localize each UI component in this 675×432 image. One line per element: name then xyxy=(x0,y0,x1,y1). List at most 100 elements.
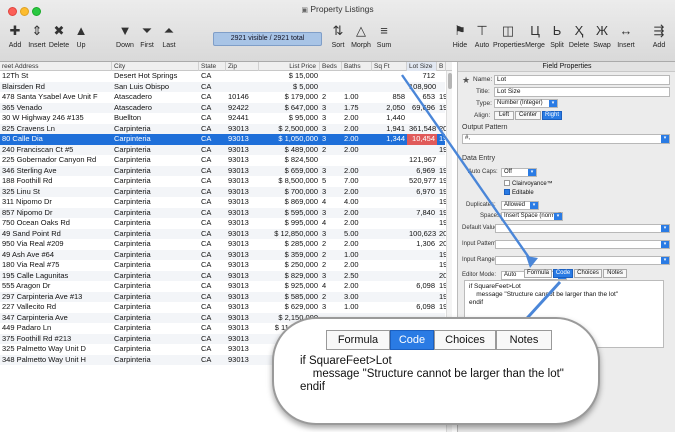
table-cell[interactable]: 3 xyxy=(320,208,342,219)
table-cell[interactable]: $ 995,000 xyxy=(259,218,320,229)
table-cell[interactable]: 950 Via Real #209 xyxy=(0,239,112,250)
table-cell[interactable]: CA xyxy=(199,229,226,240)
editable-checkbox[interactable]: Editable xyxy=(504,189,534,196)
table-cell[interactable]: 93013 xyxy=(226,323,259,334)
table-cell[interactable]: 19 xyxy=(437,187,446,198)
table-cell[interactable]: 195 Calle Lagunitas xyxy=(0,271,112,282)
table-row[interactable]: 555 Aragon Dr Carpinteria CA 93013 $ 925,000… xyxy=(0,281,446,292)
table-cell[interactable]: CA xyxy=(199,113,226,124)
title-field[interactable]: Lot Size xyxy=(494,87,670,97)
table-cell[interactable]: 12Th St xyxy=(0,71,112,82)
table-cell[interactable]: 93013 xyxy=(226,271,259,282)
table-cell[interactable]: CA xyxy=(199,155,226,166)
table-cell[interactable]: 19 xyxy=(437,281,446,292)
table-cell[interactable]: $ 12,850,000 xyxy=(259,229,320,240)
table-cell[interactable]: 2.00 xyxy=(342,239,372,250)
table-cell[interactable] xyxy=(372,166,407,177)
table-cell[interactable]: $ 595,000 xyxy=(259,208,320,219)
table-cell[interactable]: $ 824,500 xyxy=(259,155,320,166)
table-cell[interactable]: 93013 xyxy=(226,124,259,135)
table-cell[interactable]: 20 xyxy=(437,271,446,282)
table-cell[interactable]: CA xyxy=(199,302,226,313)
table-cell[interactable]: 19 xyxy=(437,302,446,313)
insert-column-button[interactable]: ↔ Insert xyxy=(613,23,639,51)
table-cell[interactable] xyxy=(372,208,407,219)
table-cell[interactable]: 2.00 xyxy=(342,281,372,292)
table-cell[interactable]: Carpinteria xyxy=(112,155,199,166)
table-row[interactable]: 180 Via Real #75 Carpinteria CA 93013 $ 250,… xyxy=(0,260,446,271)
table-row[interactable]: 49 Ash Ave #64 Carpinteria CA 93013 $ 359,00… xyxy=(0,249,446,260)
table-cell[interactable]: 10146 xyxy=(226,92,259,103)
table-cell[interactable]: $ 829,000 xyxy=(259,271,320,282)
spaces-select[interactable]: Insert Space (normal) ▾ xyxy=(501,212,563,221)
add-column-button[interactable]: ⇶ Add xyxy=(647,23,671,51)
align-left-button[interactable]: Left xyxy=(494,111,514,120)
table-cell[interactable]: CA xyxy=(199,82,226,93)
table-cell[interactable]: 19 xyxy=(437,197,446,208)
table-cell[interactable] xyxy=(342,155,372,166)
table-cell[interactable]: Carpinteria xyxy=(112,197,199,208)
table-cell[interactable]: $ 489,000 xyxy=(259,145,320,156)
table-cell[interactable]: CA xyxy=(199,166,226,177)
table-row[interactable]: 227 Vallecito Rd Carpinteria CA 93013 $ 629,… xyxy=(0,302,446,313)
table-row[interactable]: 49 Sand Point Rd Carpinteria CA 93013 $ 12,8… xyxy=(0,228,446,240)
table-cell[interactable] xyxy=(372,229,407,240)
table-cell[interactable]: 1,306 xyxy=(407,239,437,250)
table-cell[interactable]: CA xyxy=(199,103,226,114)
table-cell[interactable]: Carpinteria xyxy=(112,229,199,240)
table-cell[interactable]: CA xyxy=(199,281,226,292)
table-cell[interactable]: 2.00 xyxy=(342,218,372,229)
table-cell[interactable]: 93013 xyxy=(226,313,259,324)
table-cell[interactable]: Carpinteria xyxy=(112,218,199,229)
table-cell[interactable]: CA xyxy=(199,239,226,250)
table-cell[interactable]: 93013 xyxy=(226,355,259,366)
table-cell[interactable]: Blairsden Rd xyxy=(0,82,112,93)
tab-choices[interactable]: Choices xyxy=(434,330,496,350)
table-cell[interactable]: 6,969 xyxy=(407,166,437,177)
table-cell[interactable]: $ 285,000 xyxy=(259,239,320,250)
table-cell[interactable]: 4 xyxy=(320,218,342,229)
table-cell[interactable]: CA xyxy=(199,176,226,187)
tab-formula-small[interactable]: Formula xyxy=(524,269,552,278)
table-cell[interactable] xyxy=(372,260,407,271)
table-cell[interactable]: 365 Venado xyxy=(0,103,112,114)
table-cell[interactable]: Carpinteria xyxy=(112,134,199,145)
table-cell[interactable]: 80 Calle Dia xyxy=(0,134,112,145)
table-cell[interactable]: 2.00 xyxy=(342,208,372,219)
table-cell[interactable]: 297 Carpinteria Ave #13 xyxy=(0,292,112,303)
table-cell[interactable]: CA xyxy=(199,292,226,303)
table-cell[interactable]: Carpinteria xyxy=(112,187,199,198)
table-cell[interactable]: 2 xyxy=(320,292,342,303)
column-header[interactable]: Baths xyxy=(342,62,372,71)
table-cell[interactable]: 93013 xyxy=(226,145,259,156)
table-cell[interactable]: 19 xyxy=(437,218,446,229)
table-cell[interactable]: 19 xyxy=(437,134,446,145)
table-cell[interactable] xyxy=(372,281,407,292)
table-cell[interactable] xyxy=(407,145,437,156)
table-cell[interactable]: 4.00 xyxy=(342,197,372,208)
table-cell[interactable] xyxy=(226,71,259,82)
table-cell[interactable]: 225 Gobernador Canyon Rd xyxy=(0,155,112,166)
scrollbar-thumb[interactable] xyxy=(448,73,452,89)
table-cell[interactable]: 188 Foothill Rd xyxy=(0,176,112,187)
table-cell[interactable]: $ 647,000 xyxy=(259,103,320,114)
tab-code-small[interactable]: Code xyxy=(553,269,573,278)
column-header[interactable]: reet Address xyxy=(0,62,112,71)
table-cell[interactable] xyxy=(407,113,437,124)
name-field[interactable]: Lot xyxy=(494,75,670,85)
down-button[interactable]: ▼ Down xyxy=(114,23,136,51)
table-cell[interactable]: 750 Ocean Oaks Rd xyxy=(0,218,112,229)
table-row[interactable]: 365 Venado Atascadero CA 92422 $ 647,000 3 1.7… xyxy=(0,102,446,114)
table-cell[interactable]: 361,548 xyxy=(407,124,437,135)
table-cell[interactable]: 93013 xyxy=(226,239,259,250)
table-cell[interactable]: $ 15,000 xyxy=(259,71,320,82)
table-cell[interactable]: San Luis Obispo xyxy=(112,82,199,93)
table-cell[interactable]: CA xyxy=(199,344,226,355)
table-cell[interactable]: 6,098 xyxy=(407,281,437,292)
default-value-field[interactable]: ▾ xyxy=(495,224,670,233)
table-cell[interactable]: CA xyxy=(199,260,226,271)
table-cell[interactable]: Carpinteria xyxy=(112,344,199,355)
column-header[interactable]: State xyxy=(199,62,226,71)
align-center-button[interactable]: Center xyxy=(515,111,541,120)
table-cell[interactable]: Carpinteria xyxy=(112,145,199,156)
